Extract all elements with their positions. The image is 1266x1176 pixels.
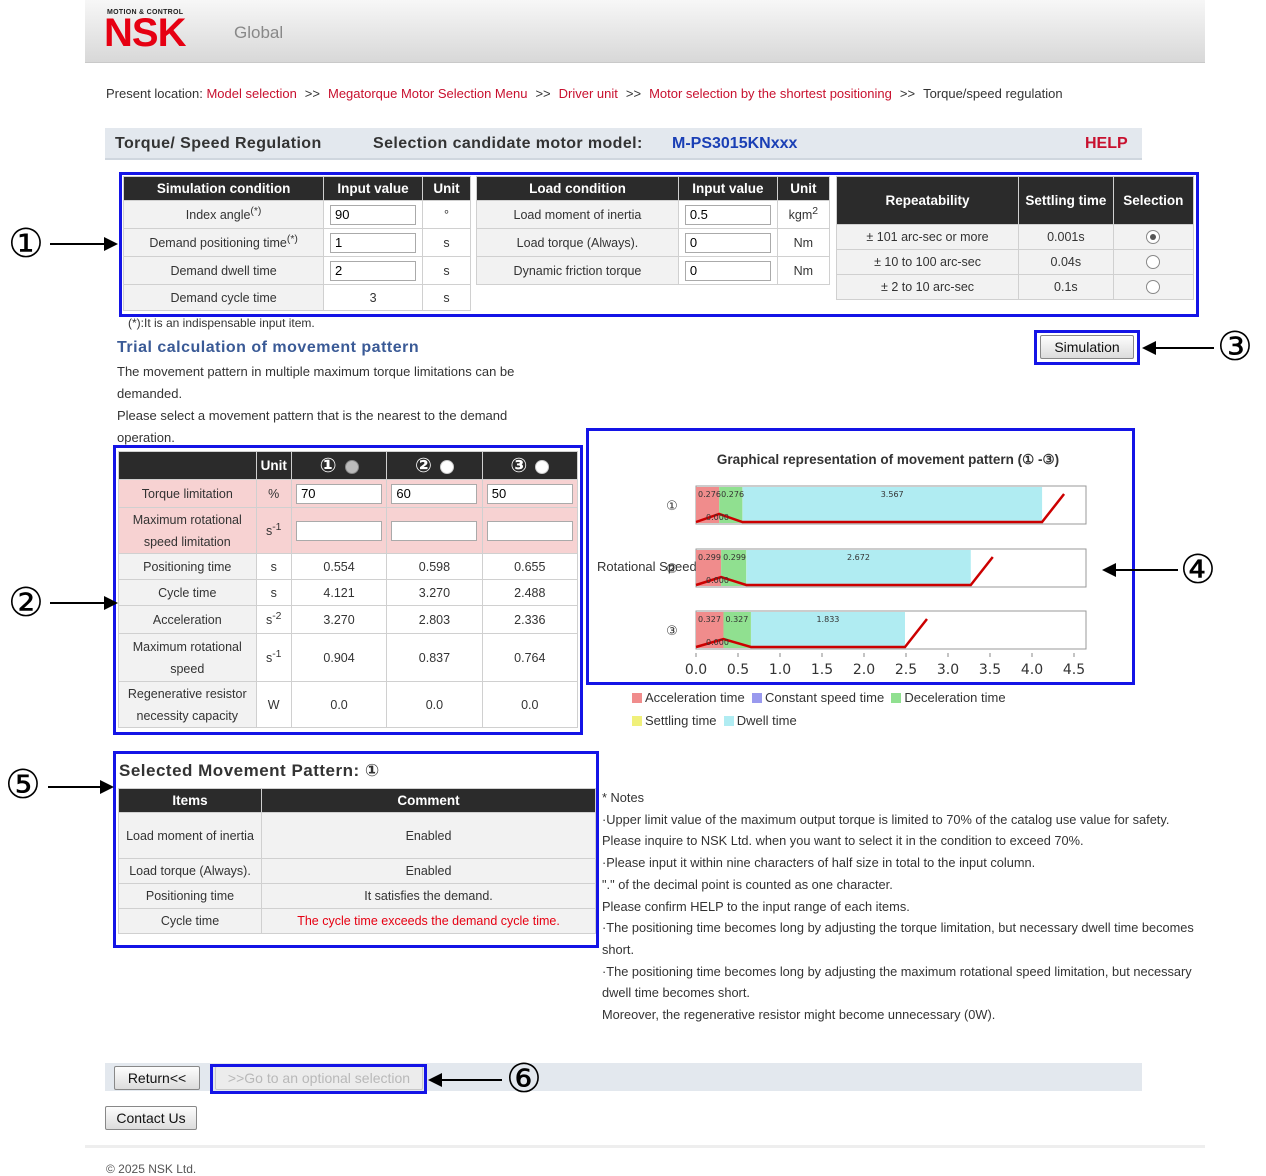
notes-title: * Notes bbox=[602, 787, 1202, 809]
notes-line: ·Upper limit value of the maximum output… bbox=[602, 809, 1202, 831]
chart-legend: Acceleration time Constant speed time De… bbox=[632, 686, 1006, 732]
highlight-box-simulation bbox=[1034, 330, 1140, 365]
breadcrumb-separator: >> bbox=[626, 86, 641, 101]
legend-swatch-accel bbox=[632, 693, 642, 703]
breadcrumb-separator: >> bbox=[900, 86, 915, 101]
highlight-box-optional bbox=[210, 1064, 427, 1094]
breadcrumb-link-driver-unit[interactable]: Driver unit bbox=[559, 86, 618, 101]
breadcrumb-prefix: Present location: bbox=[106, 86, 203, 101]
notes-line: "." of the decimal point is counted as o… bbox=[602, 874, 1202, 896]
notes-line: ·The positioning time becomes long by ad… bbox=[602, 917, 1202, 960]
callout-arrow bbox=[1144, 347, 1214, 349]
callout-arrow bbox=[50, 602, 116, 604]
callout-arrow bbox=[50, 243, 116, 245]
trial-heading: Trial calculation of movement pattern bbox=[117, 339, 419, 357]
copyright: © 2025 NSK Ltd. bbox=[106, 1162, 196, 1176]
legend-label: Dwell time bbox=[737, 713, 797, 728]
callout-2: ② bbox=[8, 583, 44, 623]
candidate-model-value: M-PS3015KNxxx bbox=[672, 135, 797, 153]
region-label: Global bbox=[234, 23, 283, 43]
breadcrumb-link-shortest-positioning[interactable]: Motor selection by the shortest position… bbox=[649, 86, 892, 101]
legend-swatch-decel bbox=[891, 693, 901, 703]
callout-3: ③ bbox=[1217, 327, 1253, 367]
callout-4: ④ bbox=[1180, 550, 1216, 590]
trial-text-2: Please select a movement pattern that is… bbox=[117, 405, 557, 449]
legend-label: Constant speed time bbox=[765, 690, 884, 705]
notes-line: Please inquire to NSK Ltd. when you want… bbox=[602, 830, 1202, 852]
legend-swatch-dwell bbox=[724, 716, 734, 726]
highlight-box-chart bbox=[586, 428, 1135, 685]
callout-arrow bbox=[48, 786, 112, 788]
notes-line: ·The positioning time becomes long by ad… bbox=[602, 961, 1202, 1004]
notes-line: Moreover, the regenerative resistor migh… bbox=[602, 1004, 1202, 1026]
breadcrumb-separator: >> bbox=[305, 86, 320, 101]
breadcrumb-current: Torque/speed regulation bbox=[923, 86, 1063, 101]
page-title: Torque/ Speed Regulation bbox=[115, 135, 322, 153]
legend-label: Deceleration time bbox=[904, 690, 1005, 705]
callout-1: ① bbox=[8, 224, 44, 264]
callout-arrow bbox=[430, 1079, 502, 1081]
highlight-box-selected-pattern bbox=[113, 751, 599, 948]
notes-line: Please confirm HELP to the input range o… bbox=[602, 896, 1202, 918]
breadcrumb: Present location: Model selection >> Megat… bbox=[106, 86, 1063, 101]
trial-text-1: The movement pattern in multiple maximum… bbox=[117, 361, 557, 405]
breadcrumb-link-megatorque-menu[interactable]: Megatorque Motor Selection Menu bbox=[328, 86, 527, 101]
legend-label: Acceleration time bbox=[645, 690, 745, 705]
legend-label: Settling time bbox=[645, 713, 717, 728]
highlight-box-conditions bbox=[119, 172, 1199, 317]
indispensable-note: (*):It is an indispensable input item. bbox=[128, 316, 315, 330]
highlight-box-pattern-table bbox=[113, 445, 583, 735]
breadcrumb-link-model-selection[interactable]: Model selection bbox=[206, 86, 296, 101]
callout-6: ⑥ bbox=[506, 1059, 542, 1099]
footer-divider bbox=[85, 1145, 1205, 1148]
legend-swatch-settling bbox=[632, 716, 642, 726]
return-button[interactable]: Return<< bbox=[114, 1066, 200, 1090]
callout-5: ⑤ bbox=[5, 765, 41, 805]
contact-us-button[interactable]: Contact Us bbox=[105, 1106, 197, 1130]
callout-arrow bbox=[1104, 569, 1178, 571]
help-link[interactable]: HELP bbox=[1085, 135, 1128, 153]
legend-swatch-const bbox=[752, 693, 762, 703]
notes-line: ·Please input it within nine characters … bbox=[602, 852, 1202, 874]
nsk-logo[interactable]: NSK bbox=[104, 13, 185, 53]
candidate-model-label: Selection candidate motor model: bbox=[373, 135, 643, 153]
breadcrumb-separator: >> bbox=[535, 86, 550, 101]
notes: * Notes ·Upper limit value of the maximu… bbox=[602, 787, 1202, 1026]
